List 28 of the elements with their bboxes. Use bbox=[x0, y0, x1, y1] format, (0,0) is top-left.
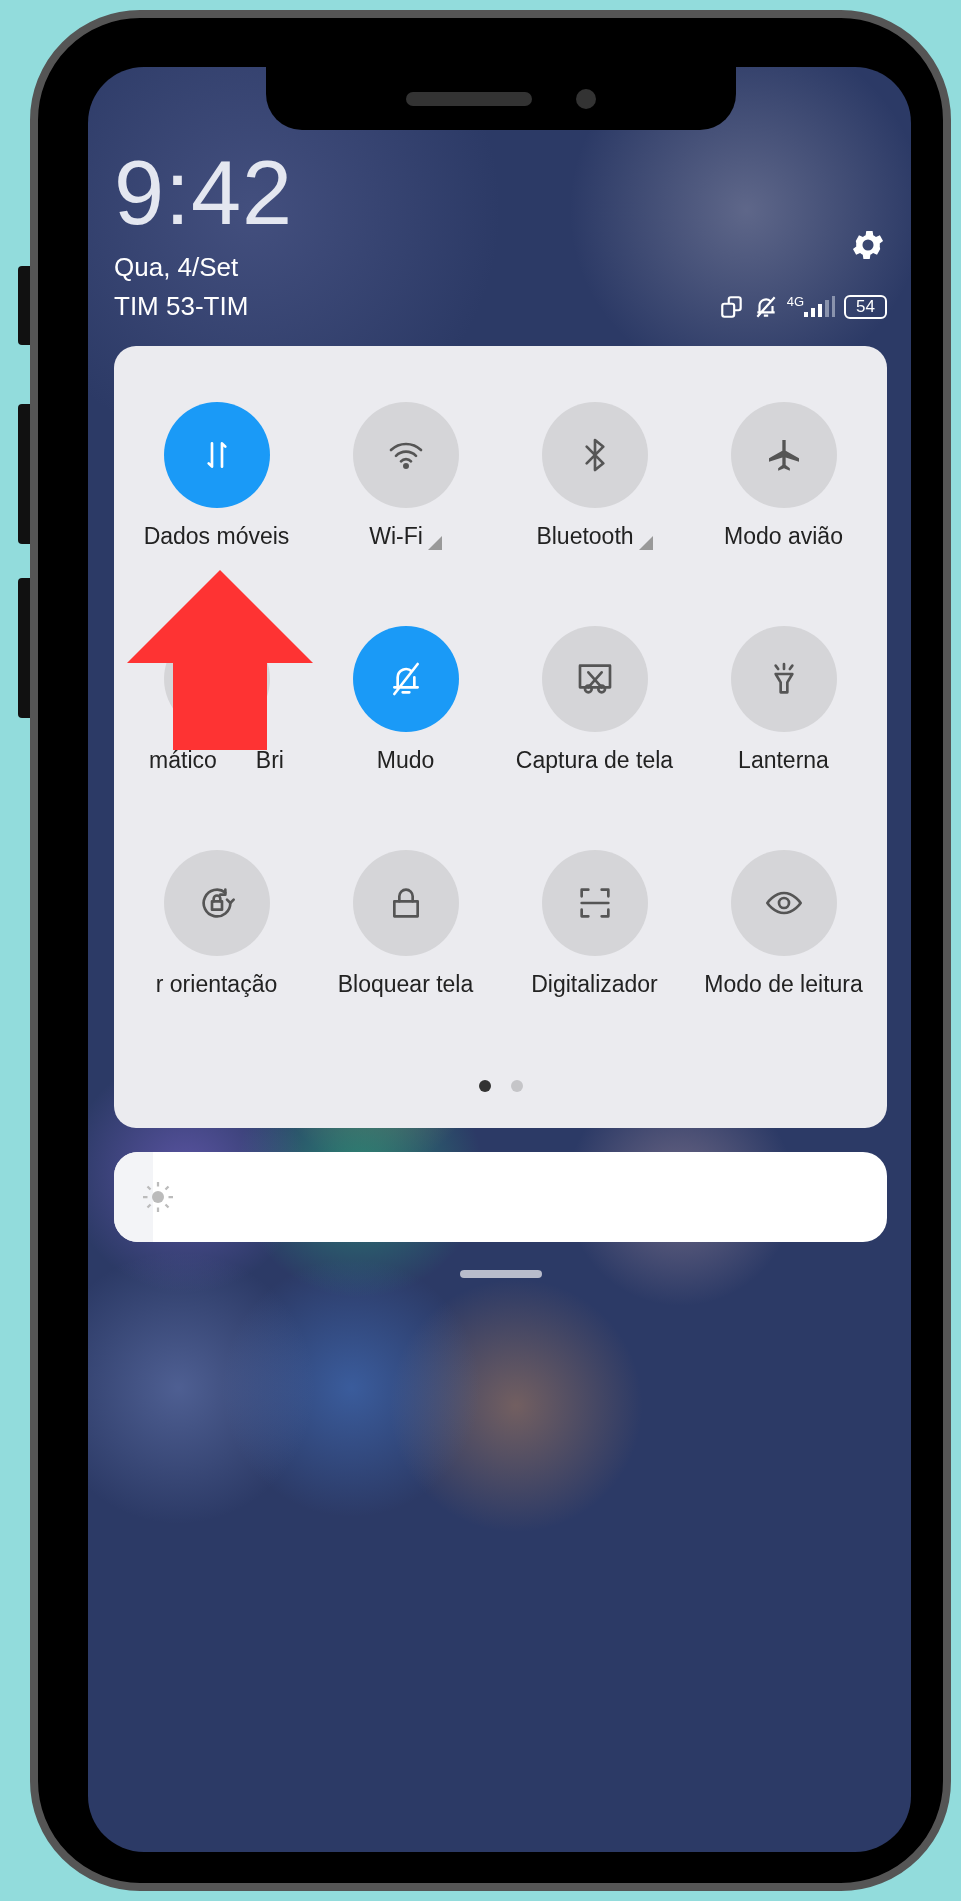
toggle-label: Lanterna bbox=[738, 747, 829, 774]
signal-icon bbox=[802, 295, 837, 319]
drag-handle[interactable] bbox=[459, 1270, 542, 1278]
carrier-name: TIM 53-TIM bbox=[114, 291, 250, 322]
brightness-fill[interactable] bbox=[114, 1152, 153, 1242]
network-type: 4G bbox=[786, 294, 805, 309]
page-indicator-dot[interactable] bbox=[510, 1080, 523, 1092]
page-indicator-dot[interactable] bbox=[478, 1080, 491, 1092]
toggle-label: Bri bbox=[255, 747, 284, 774]
toggle-label: Captura de tela bbox=[515, 747, 674, 774]
date-text: Qua, 4/Set bbox=[114, 252, 240, 283]
expand-corner-icon[interactable] bbox=[638, 536, 653, 550]
expand-corner-icon[interactable] bbox=[427, 536, 442, 550]
battery-indicator: 54 bbox=[844, 295, 887, 319]
toggle-label: Dados móveis bbox=[143, 523, 290, 550]
dual-window-icon bbox=[718, 294, 745, 320]
brightness-icon bbox=[140, 1179, 176, 1215]
toggle-label: Modo de leitura bbox=[704, 971, 863, 998]
brightness-slider[interactable] bbox=[114, 1152, 887, 1242]
toggle-label: Mudo bbox=[376, 747, 435, 774]
clock-time: 9:42 bbox=[114, 148, 294, 238]
toggle-label: mático bbox=[149, 747, 217, 774]
toggle-label: Modo avião bbox=[724, 523, 843, 550]
toggle-label: Digitalizador bbox=[531, 971, 658, 998]
toggle-label: Wi-Fi bbox=[369, 523, 423, 550]
toggle-label: Bloquear tela bbox=[337, 971, 474, 998]
toggle-label: Bluetooth bbox=[536, 523, 634, 550]
toggle-label: r orientação bbox=[155, 971, 278, 998]
